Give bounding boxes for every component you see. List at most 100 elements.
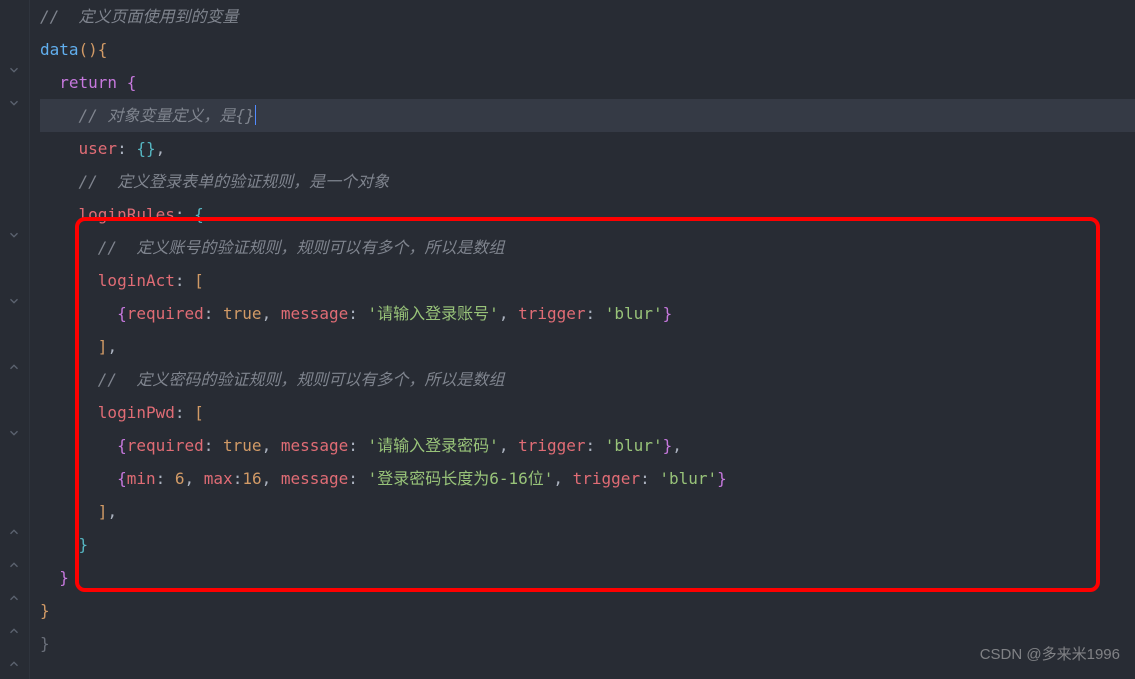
- code-line: {min: 6, max:16, message: '登录密码长度为6-16位'…: [40, 462, 1135, 495]
- code-line: data(){: [40, 33, 1135, 66]
- code-line: {required: true, message: '请输入登录账号', tri…: [40, 297, 1135, 330]
- code-line: }: [40, 561, 1135, 594]
- editor-gutter: [0, 0, 30, 679]
- brace: {: [194, 205, 204, 224]
- bracket: [: [194, 271, 204, 290]
- number: 16: [242, 469, 261, 488]
- punct: :: [175, 271, 194, 290]
- property: required: [127, 436, 204, 455]
- property: loginAct: [98, 271, 175, 290]
- punct: ,: [156, 139, 166, 158]
- property: message: [281, 436, 348, 455]
- keyword-return: return: [59, 73, 117, 92]
- punct: :: [156, 469, 175, 488]
- comment: // 定义密码的验证规则，规则可以有多个，所以是数组: [98, 370, 505, 389]
- fold-icon[interactable]: [6, 656, 22, 672]
- fold-icon[interactable]: [6, 227, 22, 243]
- brace: {: [98, 40, 108, 59]
- brace: }: [40, 634, 50, 653]
- brace: }: [40, 601, 50, 620]
- punct: :: [348, 469, 367, 488]
- punct: ,: [185, 469, 204, 488]
- punct: ,: [262, 436, 281, 455]
- brace: {: [117, 436, 127, 455]
- punct: :: [204, 304, 223, 323]
- string: '登录密码长度为6-16位': [368, 469, 554, 488]
- code-line: // 定义密码的验证规则，规则可以有多个，所以是数组: [40, 363, 1135, 396]
- fold-icon[interactable]: [6, 590, 22, 606]
- brace: }: [59, 568, 69, 587]
- code-editor[interactable]: // 定义页面使用到的变量 data(){ return { // 对象变量定义…: [30, 0, 1135, 660]
- code-line: loginAct: [: [40, 264, 1135, 297]
- property: max: [204, 469, 233, 488]
- boolean: true: [223, 436, 262, 455]
- comment: // 定义登录表单的验证规则，是一个对象: [79, 172, 390, 191]
- property: message: [281, 304, 348, 323]
- brace: }: [663, 304, 673, 323]
- fold-icon[interactable]: [6, 524, 22, 540]
- code-line: ],: [40, 330, 1135, 363]
- brace: {}: [136, 139, 155, 158]
- punct: ,: [499, 436, 518, 455]
- fold-icon[interactable]: [6, 425, 22, 441]
- punct: ,: [262, 304, 281, 323]
- paren: (): [79, 40, 98, 59]
- property: message: [281, 469, 348, 488]
- boolean: true: [223, 304, 262, 323]
- fold-icon[interactable]: [6, 62, 22, 78]
- brace: {: [117, 73, 136, 92]
- watermark: CSDN @多来米1996: [980, 638, 1120, 671]
- code-line: loginRules: {: [40, 198, 1135, 231]
- code-line: {required: true, message: '请输入登录密码', tri…: [40, 429, 1135, 462]
- property: min: [127, 469, 156, 488]
- punct: :: [586, 436, 605, 455]
- property: user: [79, 139, 118, 158]
- fold-icon[interactable]: [6, 293, 22, 309]
- code-line: // 定义页面使用到的变量: [40, 0, 1135, 33]
- brace: }: [79, 535, 89, 554]
- bracket: ]: [98, 337, 108, 356]
- punct: :: [117, 139, 136, 158]
- fold-icon[interactable]: [6, 557, 22, 573]
- string: 'blur': [605, 436, 663, 455]
- punct: ,: [553, 469, 572, 488]
- brace: }: [717, 469, 727, 488]
- code-line: ],: [40, 495, 1135, 528]
- code-line: // 定义登录表单的验证规则，是一个对象: [40, 165, 1135, 198]
- string: '请输入登录密码': [368, 436, 499, 455]
- punct: :: [204, 436, 223, 455]
- fold-icon[interactable]: [6, 359, 22, 375]
- string: 'blur': [605, 304, 663, 323]
- code-line: // 对象变量定义，是{}: [40, 99, 1135, 132]
- comment: // 对象变量定义，是{}: [79, 106, 255, 125]
- punct: :: [640, 469, 659, 488]
- property: loginRules: [79, 205, 175, 224]
- property: required: [127, 304, 204, 323]
- punct: ,: [107, 502, 117, 521]
- code-line: }: [40, 528, 1135, 561]
- property: trigger: [518, 436, 585, 455]
- punct: :: [348, 304, 367, 323]
- number: 6: [175, 469, 185, 488]
- code-line: }: [40, 627, 1135, 660]
- punct: :: [175, 205, 194, 224]
- brace: }: [663, 436, 673, 455]
- string: 'blur': [659, 469, 717, 488]
- fold-icon[interactable]: [6, 95, 22, 111]
- bracket: ]: [98, 502, 108, 521]
- property: trigger: [518, 304, 585, 323]
- code-line: }: [40, 594, 1135, 627]
- punct: :: [175, 403, 194, 422]
- brace: {: [117, 304, 127, 323]
- comment: // 定义页面使用到的变量: [40, 7, 239, 26]
- fold-icon[interactable]: [6, 623, 22, 639]
- punct: ,: [262, 469, 281, 488]
- punct: ,: [107, 337, 117, 356]
- punct: :: [586, 304, 605, 323]
- punct: :: [233, 469, 243, 488]
- string: '请输入登录账号': [368, 304, 499, 323]
- property: trigger: [573, 469, 640, 488]
- brace: {: [117, 469, 127, 488]
- punct: :: [348, 436, 367, 455]
- code-line: loginPwd: [: [40, 396, 1135, 429]
